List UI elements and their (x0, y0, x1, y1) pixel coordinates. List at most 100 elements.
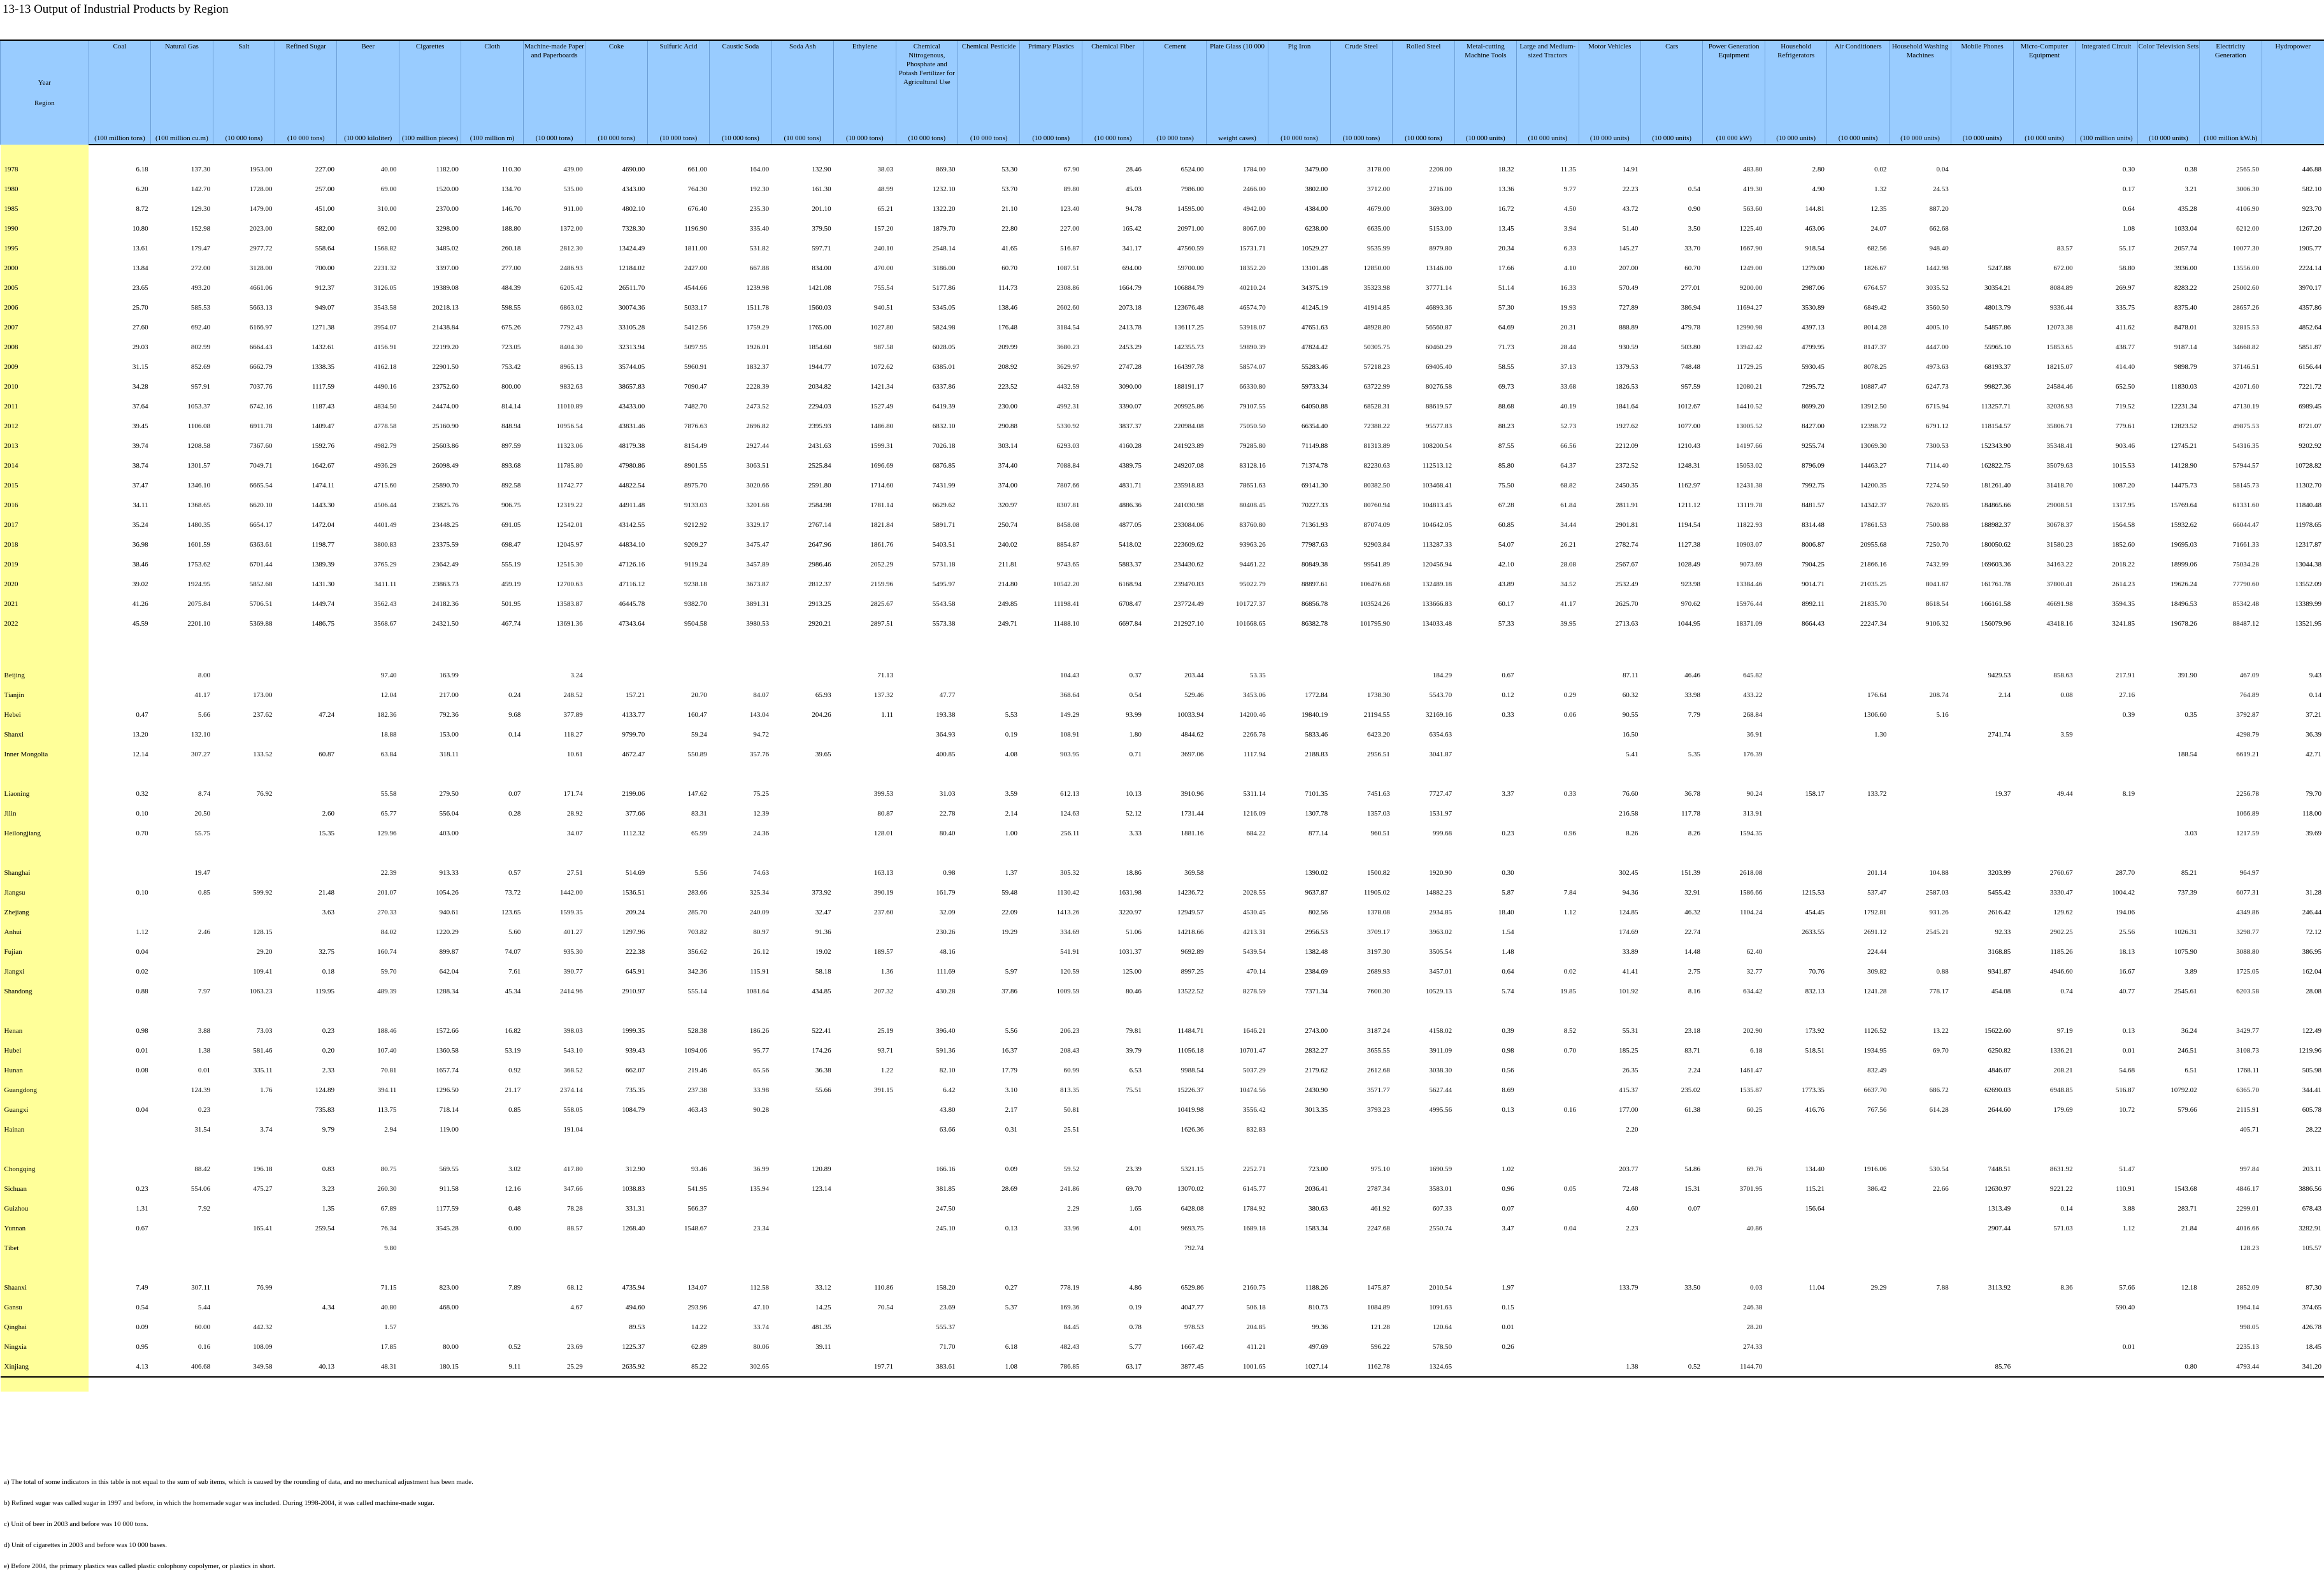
table-cell: 80760.94 (1330, 495, 1392, 515)
table-cell: 49.44 (2013, 784, 2075, 803)
table-cell: 2811.91 (1579, 495, 1640, 515)
table-cell: 1431.30 (275, 574, 337, 594)
table-cell: 1297.96 (585, 922, 647, 942)
table-cell: 74.07 (461, 942, 523, 961)
table-cell: 2825.67 (834, 594, 896, 614)
table-cell: 272.00 (151, 258, 213, 278)
table-cell: 73.72 (461, 882, 523, 902)
table-cell: 737.39 (2137, 882, 2199, 902)
table-cell: 2036.41 (1268, 1179, 1330, 1199)
table-cell: 38657.83 (585, 377, 647, 396)
table-cell: 23375.59 (399, 535, 461, 554)
table-cell: 16.82 (461, 1021, 523, 1041)
table-cell (275, 1278, 337, 1297)
table-cell: 120.64 (1393, 1317, 1454, 1337)
table-cell: 1028.49 (1641, 554, 1703, 574)
table-cell: 1027.14 (1268, 1357, 1330, 1377)
table-cell: 9336.44 (2013, 298, 2075, 317)
table-cell: 124.63 (1020, 803, 1082, 823)
table-cell: 97.19 (2013, 1021, 2075, 1041)
table-cell: 203.11 (2262, 1159, 2324, 1179)
table-cell: 1.11 (834, 705, 896, 724)
table-cell: 104642.05 (1393, 515, 1454, 535)
table-cell (834, 922, 896, 942)
table-cell: 4005.10 (1889, 317, 1951, 337)
table-cell: 174.69 (1579, 922, 1640, 942)
table-cell (771, 1100, 833, 1120)
table-cell: 6238.00 (1268, 219, 1330, 238)
table-cell: 90.55 (1579, 705, 1640, 724)
table-cell: 14.22 (647, 1317, 709, 1337)
table-cell: 1599.35 (523, 902, 585, 922)
table-cell: 735.83 (275, 1100, 337, 1120)
table-cell: 77790.60 (2200, 574, 2262, 594)
table-cell: 138.46 (958, 298, 1020, 317)
table-cell: 0.23 (89, 1179, 150, 1199)
table-cell (585, 1238, 647, 1258)
table-cell: 1210.43 (1641, 436, 1703, 456)
table-cell: 71.70 (896, 1337, 958, 1357)
table-cell: 158.20 (896, 1278, 958, 1297)
table-cell: 173.00 (213, 685, 275, 705)
table-cell: 152343.90 (1951, 436, 2013, 456)
row-label: Guangdong (1, 1080, 89, 1100)
table-cell: 7451.63 (1330, 784, 1392, 803)
column-unit: (100 million cu.m) (151, 112, 213, 145)
table-cell: 185.25 (1579, 1041, 1640, 1060)
table-cell (275, 665, 337, 685)
table-cell: 54.68 (2076, 1060, 2137, 1080)
table-cell: 92903.84 (1330, 535, 1392, 554)
row-label: 2009 (1, 357, 89, 377)
table-cell (2076, 744, 2137, 764)
table-cell: 8307.81 (1020, 495, 1082, 515)
table-cell: 82.10 (896, 1060, 958, 1080)
table-cell: 975.10 (1330, 1159, 1392, 1179)
table-cell: 1731.44 (1144, 803, 1206, 823)
table-row: 19806.20142.701728.00257.0069.001520.001… (1, 179, 2324, 199)
table-cell (2013, 1357, 2075, 1377)
table-cell: 137.30 (151, 159, 213, 179)
table-cell: 6524.00 (1144, 159, 1206, 179)
table-cell: 28.92 (523, 803, 585, 823)
table-cell: 8664.43 (1765, 614, 1826, 633)
table-cell (1889, 1218, 1951, 1238)
table-cell: 99541.89 (1330, 554, 1392, 574)
table-cell: 12045.97 (523, 535, 585, 554)
table-cell: 1279.00 (1765, 258, 1826, 278)
table-cell: 0.14 (2013, 1199, 2075, 1218)
column-header: Natural Gas (151, 40, 213, 112)
table-cell: 76.92 (213, 784, 275, 803)
table-cell: 75.50 (1454, 475, 1516, 495)
table-cell: 8.26 (1579, 823, 1640, 843)
table-cell: 5.56 (958, 1021, 1020, 1041)
table-cell: 0.64 (2076, 199, 2137, 219)
table-cell: 21.84 (2137, 1218, 2199, 1238)
footnote: a) The total of some indicators in this … (4, 1472, 473, 1493)
column-unit: (10 000 units) (1641, 112, 1703, 145)
table-cell: 48179.38 (585, 436, 647, 456)
table-cell: 554.06 (151, 1179, 213, 1199)
table-cell: 7250.70 (1889, 535, 1951, 554)
table-cell: 8.52 (1517, 1021, 1579, 1041)
table-cell: 37771.14 (1393, 278, 1454, 298)
table-cell: 19.29 (958, 922, 1020, 942)
table-cell: 83.31 (647, 803, 709, 823)
table-cell: 57.33 (1454, 614, 1516, 633)
table-cell: 8481.57 (1765, 495, 1826, 515)
table-cell: 16.72 (1454, 199, 1516, 219)
table-cell: 209.24 (585, 902, 647, 922)
table-row: Guangdong124.391.76124.89394.111296.5021… (1, 1080, 2324, 1100)
table-cell: 3063.51 (710, 456, 771, 475)
table-cell: 342.36 (647, 961, 709, 981)
table-cell: 240.09 (710, 902, 771, 922)
table-cell: 11822.93 (1703, 515, 1765, 535)
column-header: Machine-made Paper and Paperboards (523, 40, 585, 112)
table-cell: 4298.79 (2200, 724, 2262, 744)
table-cell: 7876.63 (647, 416, 709, 436)
table-cell: 80.87 (834, 803, 896, 823)
table-cell: 1572.66 (399, 1021, 461, 1041)
table-cell: 68.12 (523, 1278, 585, 1297)
table-cell: 55.66 (771, 1080, 833, 1100)
table-cell: 11056.18 (1144, 1041, 1206, 1060)
column-header: Sulfuric Acid (647, 40, 709, 112)
